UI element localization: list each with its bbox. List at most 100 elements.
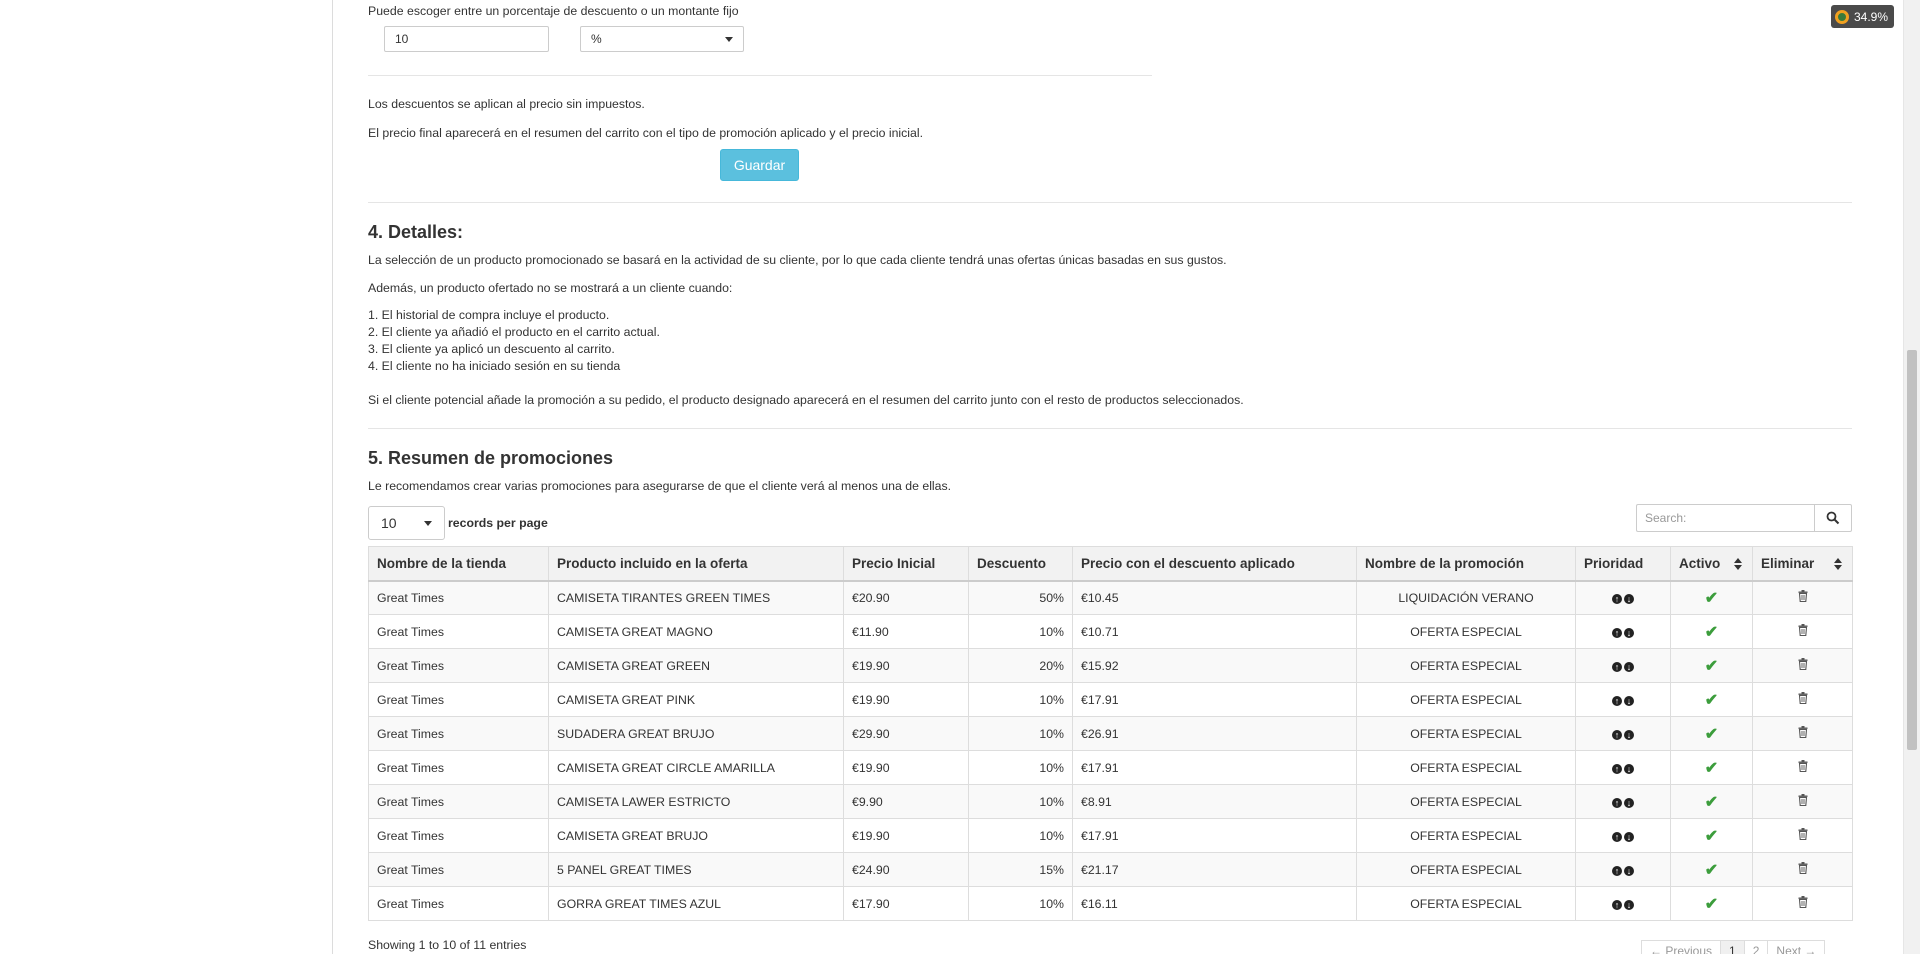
priority-up-icon[interactable]: ↑ — [1612, 831, 1622, 842]
scrollbar-thumb[interactable] — [1907, 350, 1917, 750]
priority-up-icon[interactable]: ↑ — [1612, 763, 1622, 774]
trash-icon[interactable] — [1798, 658, 1808, 671]
cell-product: CAMISETA TIRANTES GREEN TIMES — [548, 580, 844, 615]
column-header[interactable]: Nombre de la promoción — [1356, 546, 1576, 582]
trash-icon[interactable] — [1798, 726, 1808, 739]
vertical-scrollbar[interactable] — [1903, 0, 1920, 954]
priority-down-icon[interactable]: ↓ — [1624, 797, 1634, 808]
column-header[interactable]: Producto incluido en la oferta — [548, 546, 844, 582]
cell-discount: 10% — [968, 818, 1073, 853]
cell-product: GORRA GREAT TIMES AZUL — [548, 886, 844, 921]
left-margin — [0, 0, 333, 954]
check-icon[interactable]: ✔ — [1705, 658, 1718, 675]
trash-icon[interactable] — [1798, 828, 1808, 841]
column-header[interactable]: Descuento — [968, 546, 1073, 582]
priority-down-icon[interactable]: ↓ — [1624, 661, 1634, 672]
trash-icon[interactable] — [1798, 794, 1808, 807]
cell-promotion-name: OFERTA ESPECIAL — [1356, 750, 1576, 785]
save-button[interactable]: Guardar — [720, 149, 799, 181]
priority-down-icon[interactable]: ↓ — [1624, 695, 1634, 706]
priority-up-icon[interactable]: ↑ — [1612, 695, 1622, 706]
priority-up-icon[interactable]: ↑ — [1612, 593, 1622, 604]
check-icon[interactable]: ✔ — [1705, 590, 1718, 607]
pagination-next[interactable]: Next → — [1767, 940, 1826, 954]
sort-icon — [1734, 558, 1742, 570]
check-icon[interactable]: ✔ — [1705, 794, 1718, 811]
gauge-icon — [1835, 9, 1849, 24]
cell-initial-price: €24.90 — [843, 852, 969, 887]
priority-up-icon[interactable]: ↑ — [1612, 729, 1622, 740]
cell-product: CAMISETA GREAT BRUJO — [548, 818, 844, 853]
priority-up-icon[interactable]: ↑ — [1612, 797, 1622, 808]
column-header-eliminar[interactable]: Eliminar — [1752, 546, 1853, 582]
check-icon[interactable]: ✔ — [1705, 624, 1718, 641]
cell-priority: ↑ ↓ — [1575, 818, 1671, 853]
search-icon — [1826, 511, 1840, 525]
priority-up-icon[interactable]: ↑ — [1612, 661, 1622, 672]
column-header[interactable]: Nombre de la tienda — [368, 546, 549, 582]
priority-down-icon[interactable]: ↓ — [1624, 593, 1634, 604]
check-icon[interactable]: ✔ — [1705, 726, 1718, 743]
check-icon[interactable]: ✔ — [1705, 862, 1718, 879]
records-per-page-select[interactable]: 10 — [368, 506, 445, 540]
discount-type-select[interactable]: % — [580, 26, 744, 52]
cell-store: Great Times — [368, 784, 549, 819]
trash-icon[interactable] — [1798, 896, 1808, 909]
pagination: ← Previous 1 2 Next → — [1641, 940, 1826, 954]
cell-promotion-name: OFERTA ESPECIAL — [1356, 614, 1576, 649]
cell-product: SUDADERA GREAT BRUJO — [548, 716, 844, 751]
check-icon[interactable]: ✔ — [1705, 896, 1718, 913]
table-row: Great Times GORRA GREAT TIMES AZUL €17.90 1… — [368, 886, 1853, 921]
priority-down-icon[interactable]: ↓ — [1624, 899, 1634, 910]
priority-down-icon[interactable]: ↓ — [1624, 729, 1634, 740]
pagination-previous[interactable]: ← Previous — [1641, 940, 1722, 954]
search-input[interactable]: Search: — [1636, 504, 1814, 532]
trash-icon[interactable] — [1798, 624, 1808, 637]
cell-priority: ↑ ↓ — [1575, 580, 1671, 615]
cell-promotion-name: LIQUIDACIÓN VERANO — [1356, 580, 1576, 615]
trash-icon[interactable] — [1798, 692, 1808, 705]
priority-down-icon[interactable]: ↓ — [1624, 627, 1634, 638]
priority-down-icon[interactable]: ↓ — [1624, 831, 1634, 842]
caret-down-icon — [725, 36, 733, 42]
cell-discount: 50% — [968, 580, 1073, 615]
pagination-page-1[interactable]: 1 — [1720, 940, 1745, 954]
cell-priority: ↑ ↓ — [1575, 682, 1671, 717]
priority-up-icon[interactable]: ↑ — [1612, 865, 1622, 876]
cell-store: Great Times — [368, 818, 549, 853]
trash-icon[interactable] — [1798, 862, 1808, 875]
discount-value-input[interactable]: 10 — [384, 26, 549, 52]
cell-discounted-price: €17.91 — [1072, 750, 1357, 785]
caret-down-icon — [424, 520, 432, 526]
cell-promotion-name: OFERTA ESPECIAL — [1356, 852, 1576, 887]
summary-title: 5. Resumen de promociones — [368, 448, 614, 468]
column-header[interactable]: Precio con el descuento aplicado — [1072, 546, 1357, 582]
check-icon[interactable]: ✔ — [1705, 828, 1718, 845]
pagination-page-2[interactable]: 2 — [1743, 940, 1769, 954]
cell-priority: ↑ ↓ — [1575, 886, 1671, 921]
cell-initial-price: €9.90 — [843, 784, 969, 819]
check-icon[interactable]: ✔ — [1705, 692, 1718, 709]
cell-active: ✔ — [1670, 648, 1753, 683]
cell-product: CAMISETA GREAT CIRCLE AMARILLA — [548, 750, 844, 785]
cell-discounted-price: €15.92 — [1072, 648, 1357, 683]
priority-down-icon[interactable]: ↓ — [1624, 865, 1634, 876]
cell-discounted-price: €8.91 — [1072, 784, 1357, 819]
priority-up-icon[interactable]: ↑ — [1612, 627, 1622, 638]
check-icon[interactable]: ✔ — [1705, 760, 1718, 777]
column-header[interactable]: Prioridad — [1575, 546, 1671, 582]
column-header[interactable]: Precio Inicial — [843, 546, 969, 582]
priority-down-icon[interactable]: ↓ — [1624, 763, 1634, 774]
search-button[interactable] — [1814, 504, 1852, 532]
priority-up-icon[interactable]: ↑ — [1612, 899, 1622, 910]
cell-delete — [1752, 716, 1853, 751]
cell-promotion-name: OFERTA ESPECIAL — [1356, 886, 1576, 921]
sort-icon — [1834, 558, 1842, 570]
trash-icon[interactable] — [1798, 590, 1808, 603]
cell-store: Great Times — [368, 682, 549, 717]
cell-active: ✔ — [1670, 682, 1753, 717]
column-header-activo[interactable]: Activo — [1670, 546, 1753, 582]
cell-discount: 10% — [968, 716, 1073, 751]
cell-initial-price: €19.90 — [843, 682, 969, 717]
trash-icon[interactable] — [1798, 760, 1808, 773]
